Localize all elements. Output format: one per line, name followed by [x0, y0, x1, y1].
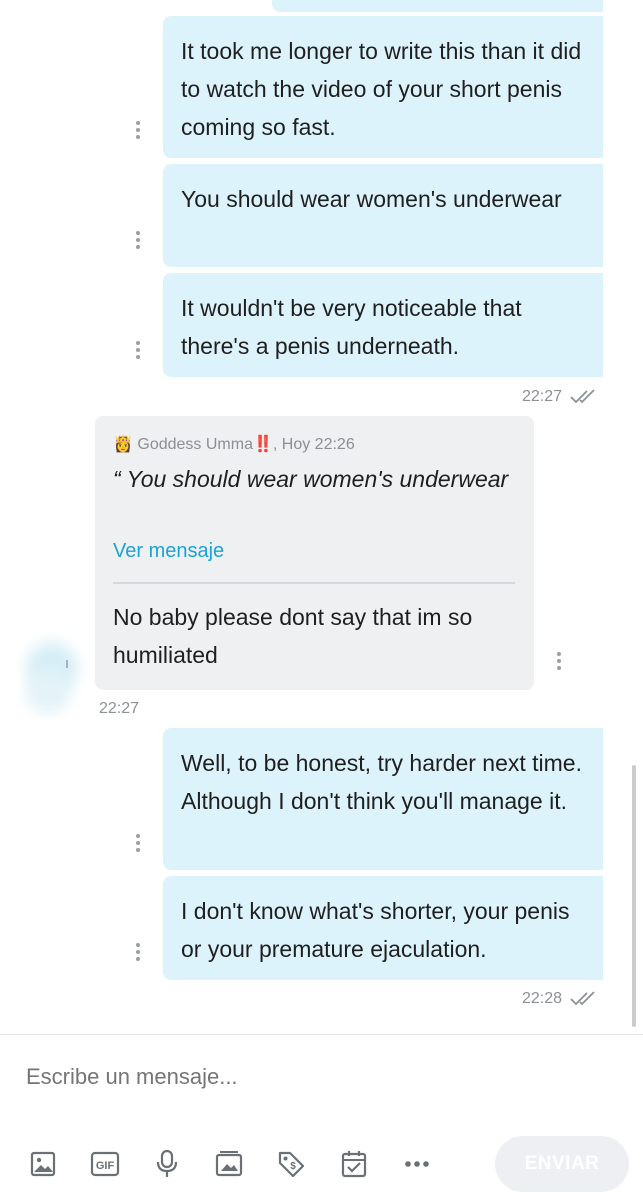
message-options-icon[interactable] — [135, 834, 141, 855]
message-options-icon[interactable] — [556, 652, 562, 673]
message-options-icon[interactable] — [135, 231, 141, 252]
read-receipt-icon — [570, 389, 595, 404]
send-button[interactable]: ENVIAR — [495, 1136, 629, 1192]
message-text: I don't know what's shorter, your penis … — [181, 898, 570, 962]
message-bubble[interactable]: It wouldn't be very noticeable that ther… — [163, 273, 603, 377]
quote-author: Goddess Umma — [137, 436, 253, 453]
message-text: Well, to be honest, try harder next time… — [181, 750, 582, 814]
message-bubble[interactable]: Well, to be honest, try harder next time… — [163, 728, 603, 870]
author-emoji-icon: 👸 — [113, 436, 133, 453]
quoted-text: “ You should wear women's underwear — [113, 466, 509, 492]
incoming-message-bubble[interactable]: 👸 Goddess Umma‼️, Hoy 22:26 “ You should… — [95, 416, 534, 690]
message-timestamp: 22:27 — [522, 388, 563, 405]
view-message-link[interactable]: Ver mensaje — [113, 540, 224, 563]
message-bubble[interactable]: I don't know what's shorter, your penis … — [163, 876, 603, 980]
quote-timestamp: , Hoy 22:26 — [272, 436, 355, 453]
gif-icon[interactable]: GIF — [88, 1147, 122, 1181]
message-timestamp: 22:27 — [99, 700, 140, 717]
message-options-icon[interactable] — [135, 943, 141, 964]
message-timestamp: 22:28 — [522, 990, 563, 1007]
more-icon[interactable] — [400, 1147, 434, 1181]
calendar-check-icon[interactable] — [337, 1147, 371, 1181]
message-options-icon[interactable] — [135, 121, 141, 142]
avatar[interactable] — [16, 632, 88, 718]
gallery-icon[interactable] — [212, 1147, 246, 1181]
message-bubble-partial[interactable] — [272, 0, 603, 12]
microphone-icon[interactable] — [150, 1147, 184, 1181]
message-options-icon[interactable] — [135, 341, 141, 362]
message-text: It wouldn't be very noticeable that ther… — [181, 295, 522, 359]
scrollbar[interactable] — [632, 765, 636, 1027]
read-receipt-icon — [570, 991, 595, 1006]
message-text: It took me longer to write this than it … — [181, 38, 582, 140]
price-tag-icon[interactable]: $ — [274, 1147, 308, 1181]
quote-header: 👸 Goddess Umma‼️, Hoy 22:26 — [113, 434, 355, 454]
message-text: You should wear women's underwear — [181, 186, 562, 212]
image-icon[interactable] — [26, 1147, 60, 1181]
message-bubble[interactable]: You should wear women's underwear — [163, 164, 603, 267]
message-bubble[interactable]: It took me longer to write this than it … — [163, 16, 603, 158]
message-input[interactable] — [24, 1063, 468, 1091]
message-composer: GIF $ ENVIAR — [0, 1034, 643, 1201]
alert-emoji-icon: ‼️ — [252, 436, 273, 453]
gif-label: GIF — [96, 1160, 115, 1172]
divider — [113, 582, 515, 584]
chat-thread: It took me longer to write this than it … — [0, 0, 643, 1034]
svg-text:$: $ — [290, 1161, 296, 1172]
message-text: No baby please dont say that im so humil… — [113, 604, 473, 668]
